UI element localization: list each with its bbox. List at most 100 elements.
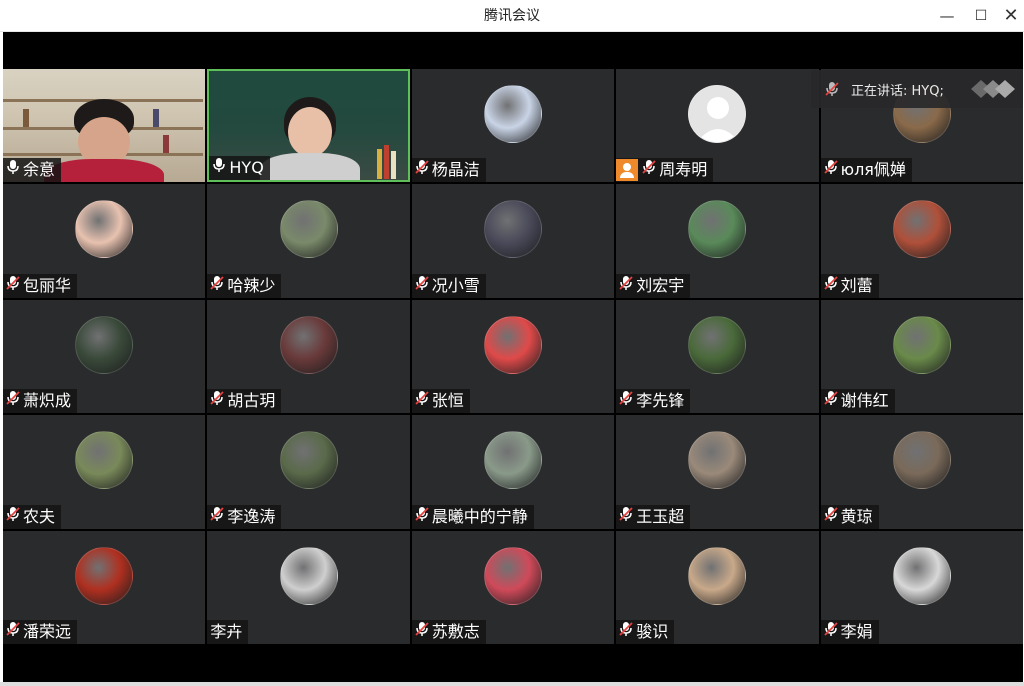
bottom-edge xyxy=(0,682,1024,686)
participant-nameplate: 刘宏宇 xyxy=(616,273,691,298)
participant-name: 李逸涛 xyxy=(227,506,276,526)
mic-muted-icon xyxy=(415,389,432,413)
participant-tile[interactable]: 李卉 xyxy=(207,530,410,644)
participant-tile[interactable]: 胡古玥 xyxy=(207,299,410,414)
participant-tile[interactable]: 况小雪 xyxy=(411,184,615,298)
participant-tile[interactable]: 李先锋 xyxy=(616,299,819,414)
participant-tile[interactable]: 周寿明 xyxy=(616,69,819,183)
participant-nameplate: 李卉 xyxy=(207,620,249,644)
speaking-text: 正在讲话: HYQ; xyxy=(851,83,944,99)
participant-tile[interactable]: 李娟 xyxy=(820,530,1023,644)
avatar xyxy=(483,85,542,143)
participant-name: 潘荣远 xyxy=(23,622,72,641)
participant-nameplate: 李先锋 xyxy=(616,389,691,414)
participant-tile[interactable]: 张恒 xyxy=(411,299,615,414)
mic-muted-icon xyxy=(210,274,227,298)
book xyxy=(23,109,29,127)
participant-name: 骏识 xyxy=(636,622,669,641)
participant-nameplate: 周寿明 xyxy=(616,158,714,183)
participant-name: 周寿明 xyxy=(659,160,708,180)
mic-muted-icon xyxy=(619,505,636,529)
participant-nameplate: 胡古玥 xyxy=(207,389,282,414)
participant-tile[interactable]: 刘蕾 xyxy=(820,184,1023,298)
avatar xyxy=(483,546,542,605)
avatar xyxy=(483,315,542,374)
avatar xyxy=(75,200,134,259)
participant-nameplate: 刘蕾 xyxy=(820,273,879,298)
participant-tile[interactable]: 刘宏宇 xyxy=(616,184,819,298)
participant-nameplate: 杨晶洁 xyxy=(411,158,486,183)
book xyxy=(384,145,390,179)
participant-name: 包丽华 xyxy=(23,275,72,295)
participant-name: 余意 xyxy=(23,160,56,180)
avatar xyxy=(688,546,747,605)
participant-name: 张恒 xyxy=(431,391,464,411)
mic-muted-icon xyxy=(415,158,432,182)
mic-muted-icon xyxy=(823,620,841,644)
participant-nameplate: 李逸涛 xyxy=(207,504,282,529)
participant-name: 苏敷志 xyxy=(431,622,480,641)
close-button[interactable]: ✕ xyxy=(994,0,1024,32)
avatar xyxy=(75,315,134,374)
participant-tile[interactable]: 杨晶洁 xyxy=(411,69,615,183)
participant-name: 李卉 xyxy=(210,622,243,641)
mic-muted-icon xyxy=(642,158,659,182)
participant-tile[interactable]: 王玉超 xyxy=(616,415,819,529)
participant-nameplate: 况小雪 xyxy=(411,273,486,298)
participant-name: 晨曦中的宁静 xyxy=(431,506,528,526)
participant-name: 胡古玥 xyxy=(227,391,276,411)
participant-tile[interactable]: 萧炽成 xyxy=(3,299,206,414)
participant-nameplate: 张恒 xyxy=(411,389,470,414)
speaking-indicator: 正在讲话: HYQ; xyxy=(811,70,1023,108)
participant-nameplate: 农夫 xyxy=(3,504,62,529)
avatar xyxy=(892,431,951,490)
participant-nameplate: 李娟 xyxy=(820,620,879,644)
participant-tile[interactable]: 余意 xyxy=(3,69,206,183)
window-title: 腾讯会议 xyxy=(484,8,540,24)
mic-muted-icon xyxy=(6,620,23,644)
avatar xyxy=(279,546,338,605)
participant-name: 李娟 xyxy=(840,622,873,641)
avatar xyxy=(688,315,747,374)
mic-muted-icon xyxy=(415,274,432,298)
participant-nameplate: 潘荣远 xyxy=(3,620,78,644)
participant-tile[interactable]: 谢伟红 xyxy=(820,299,1023,414)
minimize-button[interactable]: — xyxy=(930,0,964,32)
participant-nameplate: 谢伟红 xyxy=(820,389,895,414)
participant-name: 杨晶洁 xyxy=(431,160,480,180)
participant-nameplate: 萧炽成 xyxy=(3,389,78,414)
participant-tile[interactable]: 苏敷志 xyxy=(411,530,615,644)
participant-tile[interactable]: 黄琼 xyxy=(820,415,1023,529)
participant-nameplate: 哈辣少 xyxy=(207,273,282,298)
participant-tile[interactable]: 哈辣少 xyxy=(207,184,410,298)
participant-name: 刘宏宇 xyxy=(636,275,685,295)
participant-name: 农夫 xyxy=(23,506,56,526)
mic-muted-icon xyxy=(210,389,227,413)
participant-tile[interactable]: 骏识 xyxy=(616,530,819,644)
participant-nameplate: 黄琼 xyxy=(820,504,879,529)
participant-tile[interactable]: 农夫 xyxy=(3,415,206,529)
meeting-stage: 余意 HYQ 杨晶洁 周寿明 юля佩婵 包丽华 哈辣少 况小雪 刘宏宇 刘蕾 萧炽成 胡古玥 张恒 李先… xyxy=(3,32,1023,684)
mic-muted-icon xyxy=(823,505,841,529)
participant-nameplate: 晨曦中的宁静 xyxy=(411,504,534,529)
avatar xyxy=(483,431,542,490)
participant-name: 哈辣少 xyxy=(227,275,276,295)
avatar xyxy=(892,200,951,259)
participant-tile[interactable]: 李逸涛 xyxy=(207,415,410,529)
participant-tile[interactable]: 晨曦中的宁静 xyxy=(411,415,615,529)
participant-name: 谢伟红 xyxy=(840,391,889,411)
mic-muted-icon xyxy=(415,505,432,529)
video-person xyxy=(254,97,364,181)
participant-tile[interactable]: 包丽华 xyxy=(3,184,206,298)
participant-name: 萧炽成 xyxy=(23,391,72,411)
participant-tile[interactable]: HYQ xyxy=(207,69,410,183)
mic-muted-icon xyxy=(6,274,23,298)
participant-name: 黄琼 xyxy=(840,506,873,526)
video-person xyxy=(44,99,165,183)
mic-muted-icon xyxy=(619,389,636,413)
mic-muted-icon xyxy=(415,620,432,644)
maximize-button[interactable]: ☐ xyxy=(964,0,998,32)
avatar xyxy=(279,315,338,374)
avatar xyxy=(892,315,951,374)
participant-tile[interactable]: 潘荣远 xyxy=(3,530,206,644)
